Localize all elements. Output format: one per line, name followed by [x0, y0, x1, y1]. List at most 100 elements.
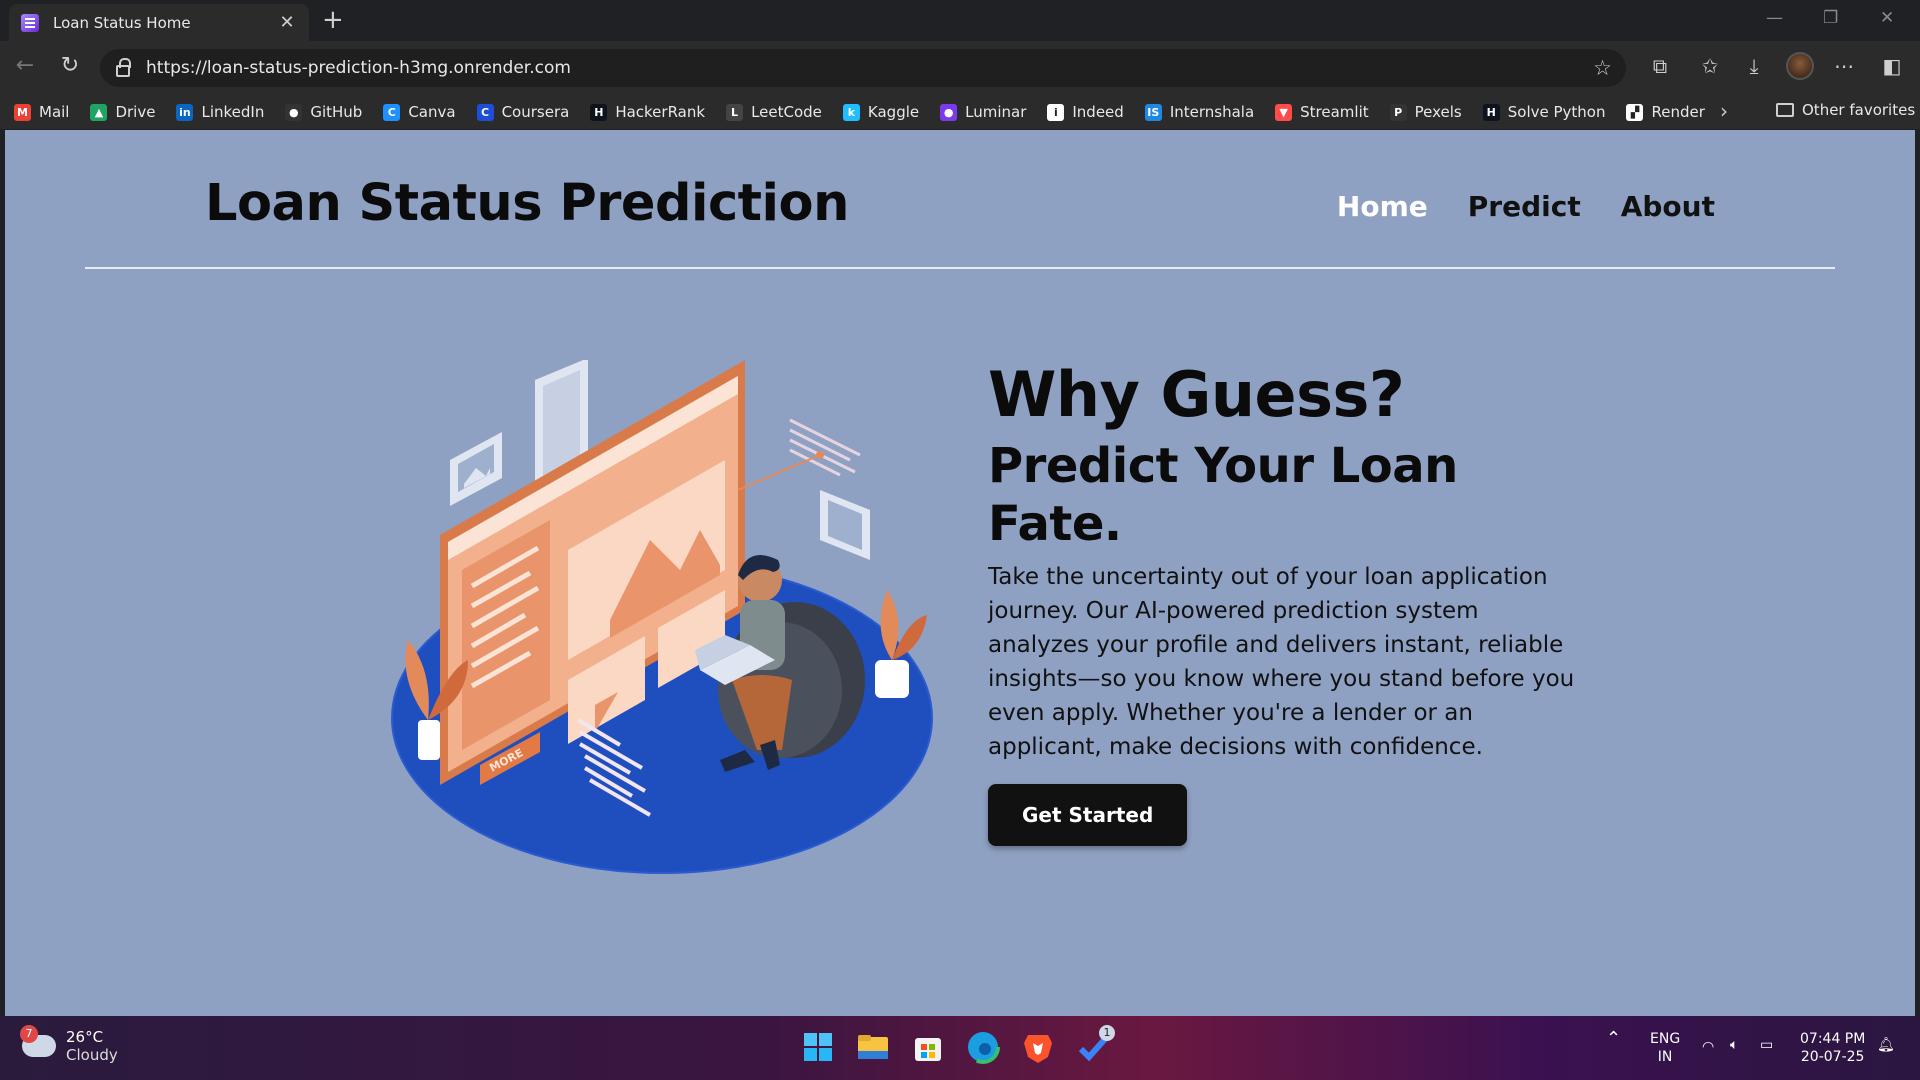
bookmark-streamlit[interactable]: ▼ Streamlit [1275, 103, 1369, 121]
clock-date: 20-07-25 [1800, 1049, 1865, 1065]
bookmark-internshala[interactable]: IS Internshala [1144, 103, 1255, 121]
mail-icon: M [14, 103, 31, 121]
bookmark-render[interactable]: ▞ Render [1626, 103, 1705, 121]
chevron-right-icon[interactable]: › [1720, 99, 1728, 123]
bookmark-canva[interactable]: C Canva [383, 103, 456, 121]
bookmark-luminar[interactable]: ● Luminar [940, 103, 1026, 121]
hero-description: Take the uncertainty out of your loan ap… [988, 563, 1575, 760]
cloud-icon: 7 [20, 1025, 56, 1057]
minimize-icon[interactable]: — [1766, 8, 1783, 28]
bookmark-hackerrank[interactable]: H HackerRank [590, 103, 705, 121]
favorites-icon[interactable]: ✩ [1696, 54, 1724, 78]
streamlit-icon: ▼ [1275, 103, 1293, 121]
address-bar[interactable]: https://loan-status-prediction-h3mg.onre… [100, 49, 1626, 87]
bookmark-label: Internshala [1169, 103, 1255, 121]
bookmark-label: GitHub [310, 103, 363, 121]
floating-image-card-left [450, 432, 502, 506]
drive-icon: ▲ [90, 103, 108, 121]
linkedin-icon: in [176, 103, 194, 121]
header-divider [85, 267, 1835, 269]
folder-icon [1776, 103, 1794, 117]
bookmark-github[interactable]: ● GitHub [285, 103, 362, 121]
file-explorer-icon[interactable] [855, 1029, 891, 1065]
more-menu-icon[interactable]: ⋯ [1830, 54, 1858, 78]
site-favicon-icon [21, 13, 39, 32]
browser-tab-strip: Loan Status Home ✕ + — ❐ ✕ [0, 0, 1920, 41]
edge-browser-icon[interactable] [965, 1029, 1001, 1065]
bookmark-label: LinkedIn [201, 103, 265, 121]
downloads-icon[interactable]: ⤓ [1740, 54, 1768, 78]
volume-icon[interactable]: 🔈︎ [1730, 1036, 1738, 1054]
wifi-icon[interactable]: ◠ [1702, 1038, 1714, 1056]
extensions-icon[interactable]: ⧉ [1646, 54, 1674, 78]
hackerrank-icon: H [590, 103, 608, 121]
region-code: IN [1657, 1049, 1673, 1065]
taskbar-apps: 1 [800, 1025, 1115, 1065]
bookmark-label: Streamlit [1300, 103, 1369, 121]
get-started-button[interactable]: Get Started [988, 783, 1188, 846]
weather-widget[interactable]: 7 26°C Cloudy [20, 1025, 118, 1064]
bookmark-label: LeetCode [751, 103, 822, 121]
close-tab-icon[interactable]: ✕ [277, 12, 297, 33]
windows-taskbar: 7 26°C Cloudy 1 ⌃ ENG IN ◠ 🔈︎ ▭ 07:44 PM… [0, 1016, 1920, 1080]
luminar-icon: ● [940, 103, 958, 121]
clock-time: 07:44 PM [1800, 1031, 1866, 1047]
new-tab-icon[interactable]: + [322, 6, 344, 34]
other-favorites-label: Other favorites [1802, 101, 1916, 119]
bookmarks-bar: M Mail ▲ Drive in LinkedIn ● GitHub C Canva C Cours… [0, 95, 1920, 129]
bookmark-label: Mail [39, 103, 70, 121]
bookmark-label: Coursera [501, 103, 570, 121]
bookmark-kaggle[interactable]: k Kaggle [842, 103, 920, 121]
bookmark-linkedin[interactable]: in LinkedIn [176, 103, 264, 121]
weather-temp: 26°C [66, 1028, 104, 1046]
nav-predict-link[interactable]: Predict [1468, 190, 1581, 223]
render-icon: ▞ [1626, 103, 1644, 121]
todo-app-icon[interactable]: 1 [1075, 1025, 1115, 1065]
browser-toolbar: ← ↻ https://loan-status-prediction-h3mg.… [0, 41, 1920, 95]
other-favorites-folder[interactable]: Other favorites [1776, 101, 1915, 119]
browser-tab-active[interactable]: Loan Status Home ✕ [9, 4, 309, 41]
nav-home-link[interactable]: Home [1337, 190, 1428, 223]
lock-icon[interactable] [116, 58, 131, 77]
reload-icon[interactable]: ↻ [55, 53, 85, 78]
bookmark-label: HackerRank [615, 103, 706, 121]
canva-icon: C [383, 103, 401, 121]
bookmark-coursera[interactable]: C Coursera [476, 103, 570, 121]
url-text[interactable]: https://loan-status-prediction-h3mg.onre… [146, 58, 571, 78]
start-windows-icon[interactable] [800, 1029, 836, 1065]
bookmark-label: Solve Python [1507, 103, 1606, 121]
window-close-icon[interactable]: ✕ [1880, 8, 1894, 28]
bookmark-leetcode[interactable]: L LeetCode [726, 103, 822, 121]
restore-icon[interactable]: ❐ [1823, 8, 1838, 28]
notification-bell-icon[interactable]: 🔔︎ [1877, 1036, 1895, 1054]
chevron-up-icon[interactable]: ⌃ [1606, 1030, 1621, 1048]
profile-avatar[interactable] [1786, 52, 1814, 80]
bookmark-solve-python[interactable]: H Solve Python [1482, 103, 1606, 121]
web-page: Loan Status Prediction Home Predict Abou… [5, 130, 1915, 1016]
nav-about-link[interactable]: About [1621, 190, 1715, 223]
coursera-icon: C [476, 103, 494, 121]
bookmark-mail[interactable]: M Mail [14, 103, 69, 121]
brave-browser-icon[interactable] [1020, 1029, 1056, 1065]
language-indicator[interactable]: ENG IN [1650, 1030, 1680, 1066]
hero-subheadline: Predict Your Loan Fate. [988, 438, 1458, 552]
pexels-icon: P [1389, 103, 1407, 121]
favorite-star-icon[interactable]: ☆ [1593, 56, 1612, 80]
bookmark-indeed[interactable]: i Indeed [1047, 103, 1124, 121]
back-arrow-icon[interactable]: ← [10, 53, 40, 78]
bookmark-drive[interactable]: ▲ Drive [90, 103, 155, 121]
todo-badge: 1 [1099, 1025, 1115, 1041]
github-icon: ● [285, 103, 303, 121]
language-code: ENG [1650, 1031, 1681, 1047]
bookmark-pexels[interactable]: P Pexels [1389, 103, 1462, 121]
site-title: Loan Status Prediction [205, 174, 849, 233]
bookmark-label: Kaggle [867, 103, 920, 121]
internshala-icon: IS [1144, 103, 1162, 121]
tab-title: Loan Status Home [53, 13, 191, 32]
weather-badge: 7 [20, 1025, 38, 1043]
microsoft-store-icon[interactable] [910, 1029, 946, 1065]
bookmark-label: Pexels [1414, 103, 1462, 121]
sidebar-toggle-icon[interactable]: ◧ [1878, 54, 1906, 78]
battery-icon[interactable]: ▭ [1760, 1036, 1773, 1054]
clock[interactable]: 07:44 PM 20-07-25 [1800, 1030, 1865, 1066]
